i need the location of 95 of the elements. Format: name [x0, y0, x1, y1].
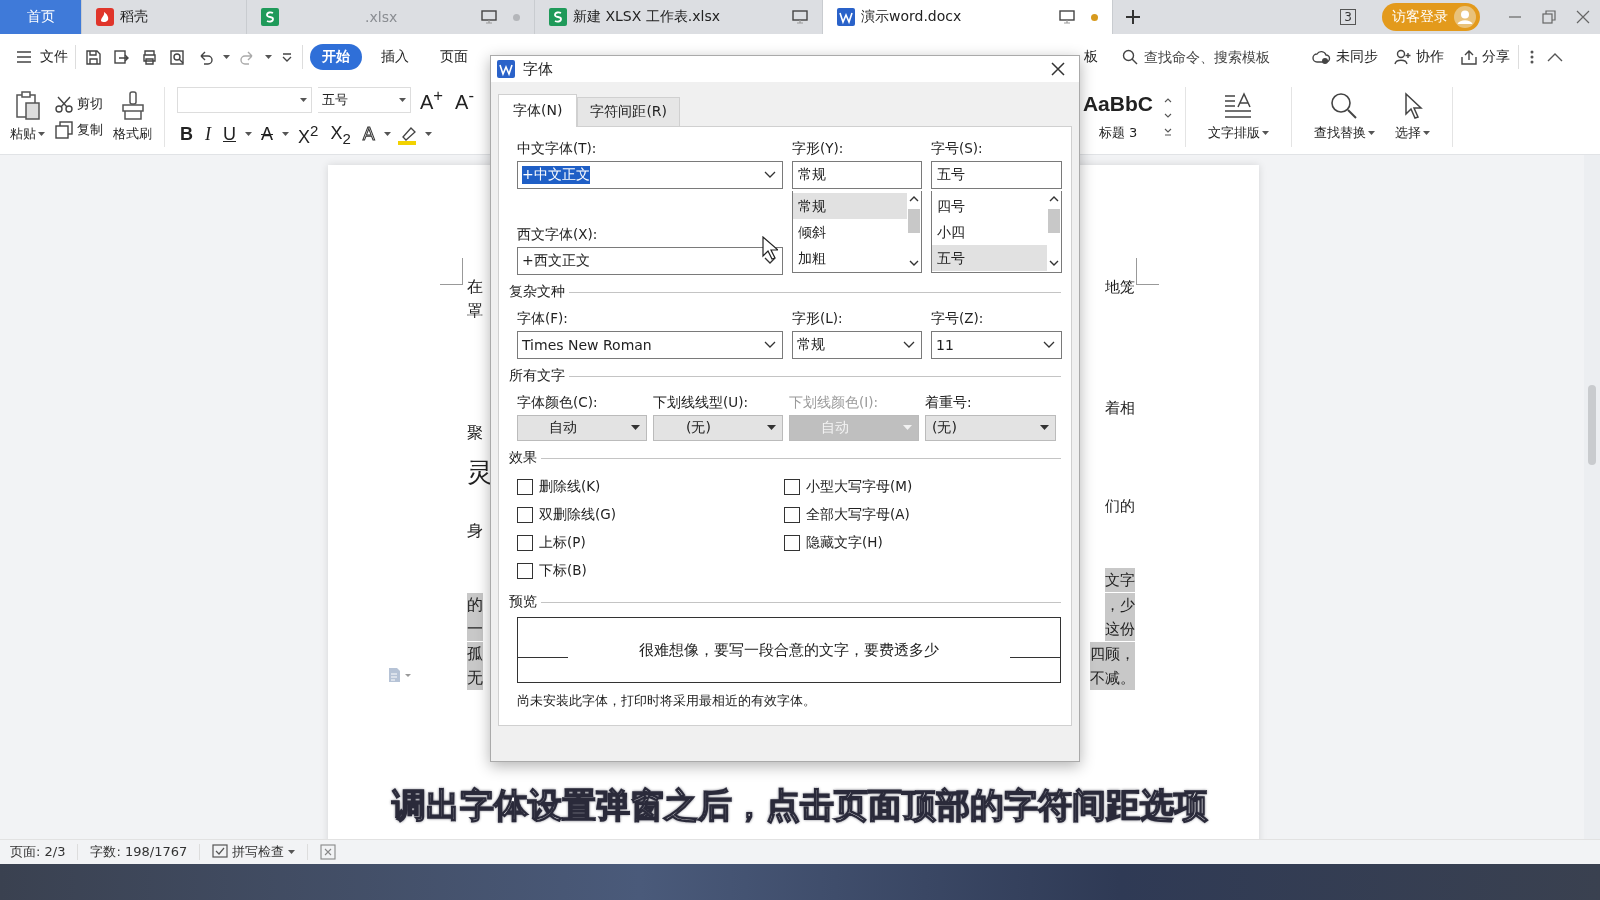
field-label: 着重号: — [925, 393, 973, 412]
format-button[interactable]: U — [220, 124, 239, 146]
ribbon-tool-button[interactable]: 选择 — [1394, 92, 1430, 142]
section-title: 复杂文种 — [509, 283, 565, 301]
document-text: 四顾， — [1089, 642, 1135, 666]
document-text: 灵 — [466, 456, 493, 489]
dropdown-field[interactable]: +中文正文 — [517, 161, 783, 189]
document-text: 身 — [466, 520, 483, 542]
field-label: 西文字体(X): — [517, 225, 599, 244]
format-button[interactable]: X$_{2}$ — [327, 123, 354, 147]
list-item[interactable]: 小四 — [932, 219, 1047, 245]
document-text: 文字 — [1104, 568, 1135, 592]
text-field[interactable]: 常规 — [792, 161, 922, 189]
grow-font-button[interactable]: A$^{+}$ — [417, 86, 447, 114]
dropdown-button[interactable]: (无) — [925, 415, 1056, 441]
word-count: 字数: 198/1767 — [90, 843, 188, 861]
dropdown-field[interactable]: 11 — [931, 331, 1062, 359]
ribbon-tab[interactable]: 插入 — [369, 44, 421, 70]
format-button[interactable]: X$^{2}$ — [295, 121, 322, 148]
dropdown-button[interactable]: 自动 — [517, 415, 647, 441]
document-text: 罩 — [466, 300, 483, 322]
field-label: 字体颜色(C): — [517, 393, 599, 412]
font-note: 尚未安装此字体，打印时将采用最相近的有效字体。 — [517, 692, 817, 710]
document-text: 孤 — [466, 642, 483, 666]
app-tab[interactable]: 首页 — [0, 0, 82, 34]
dialog-tab[interactable]: 字符间距(R) — [577, 97, 681, 126]
document-text: 一 — [466, 617, 483, 641]
field-label: 下划线线型(U): — [653, 393, 749, 412]
video-caption: 调出字体设置弹窗之后，点击页面顶部的字符间距选项 — [390, 784, 1209, 827]
section-title: 预览 — [509, 593, 537, 611]
document-text: 地笼 — [1104, 277, 1135, 298]
checkbox[interactable]: 小型大写字母(M) — [784, 473, 1044, 501]
dialog-title: 字体 — [523, 59, 553, 79]
document-text: 着相 — [1104, 398, 1135, 419]
search-field[interactable]: 查找命令、搜索模板 — [1122, 48, 1296, 66]
ribbon-tab[interactable]: 页面 — [428, 44, 480, 70]
dropdown-field[interactable]: Times New Roman — [517, 331, 783, 359]
cut-button[interactable]: 剪切 — [55, 95, 103, 113]
checkbox[interactable]: 删除线(K) — [517, 473, 784, 501]
document-text: 聚 — [466, 422, 483, 444]
format-button[interactable]: A — [258, 124, 276, 146]
checkbox[interactable]: 全部大写字母(A) — [784, 501, 1044, 529]
field-label: 字体(F): — [517, 309, 569, 328]
checkbox[interactable]: 上标(P) — [517, 529, 784, 557]
checkbox[interactable]: 双删除线(G) — [517, 501, 784, 529]
paste-button[interactable]: 粘贴 — [10, 91, 45, 143]
ribbon-tab[interactable]: 开始 — [310, 44, 362, 70]
section-title: 所有文字 — [509, 367, 565, 385]
section-title: 效果 — [509, 449, 537, 467]
app-tab[interactable]: 演示word.docx — [823, 0, 1113, 34]
toolbar-action[interactable]: 协作 — [1394, 48, 1444, 66]
document-text: ，少 — [1104, 593, 1135, 617]
ribbon-tab[interactable]: 板 — [1082, 44, 1100, 70]
document-text: 这份 — [1104, 617, 1135, 641]
page-count: 页面: 2/3 — [10, 843, 66, 861]
list-box[interactable]: 四号 小四 五号 — [931, 191, 1062, 273]
list-box[interactable]: 常规 倾斜 加粗 — [792, 191, 922, 273]
document-text: 在 — [466, 276, 483, 298]
list-item[interactable]: 五号 — [932, 245, 1047, 271]
field-label: 字号(Z): — [931, 309, 985, 328]
field-label: 中文字体(T): — [517, 139, 598, 158]
copy-button[interactable]: 复制 — [55, 121, 103, 139]
list-item[interactable]: 倾斜 — [793, 219, 907, 245]
toolbar-action[interactable]: 分享 — [1460, 48, 1510, 66]
list-item[interactable]: 常规 — [793, 193, 907, 219]
checkbox[interactable]: 隐藏文字(H) — [784, 529, 1044, 557]
field-label: 字号(S): — [931, 139, 984, 158]
dialog-tab[interactable]: 字体(N) — [498, 94, 578, 127]
document-text: 的 — [466, 593, 483, 617]
format-button[interactable]: I — [202, 124, 214, 146]
format-button[interactable]: B — [177, 124, 196, 146]
style-preset[interactable]: AaBbC 标题 3 — [1076, 92, 1159, 142]
spell-check-button[interactable]: 拼写检查 — [212, 843, 296, 861]
format-button[interactable]: A — [359, 124, 378, 146]
format-painter-button[interactable]: 格式刷 — [113, 91, 152, 143]
field-label: 字形(Y): — [792, 139, 845, 158]
document-text: 无 — [466, 666, 483, 690]
window-count-badge[interactable]: 3 — [1340, 9, 1356, 25]
toolbar-action[interactable]: 未同步 — [1312, 48, 1378, 66]
dropdown-button[interactable]: (无) — [653, 415, 783, 441]
file-menu[interactable]: 文件 — [16, 48, 68, 66]
shrink-font-button[interactable]: A$^{-}$ — [452, 86, 477, 114]
ribbon-tool-button[interactable]: 查找替换 — [1313, 92, 1375, 142]
text-field[interactable]: 五号 — [931, 161, 1062, 189]
field-label: 下划线颜色(I): — [789, 393, 880, 412]
field-label: 字形(L): — [792, 309, 844, 328]
checkbox[interactable]: 下标(B) — [517, 557, 784, 585]
ribbon-tool-button[interactable]: 文字排版 — [1207, 92, 1269, 142]
document-text: 不减。 — [1089, 666, 1135, 690]
font-size-field[interactable]: 五号 — [318, 87, 411, 113]
preview-text: 很难想像，要写一段合意的文字，要费透多少 — [638, 640, 940, 660]
list-item[interactable]: 四号 — [932, 193, 1047, 219]
document-text: 们的 — [1104, 496, 1135, 517]
list-item[interactable]: 加粗 — [793, 245, 907, 271]
dropdown-field[interactable]: 常规 — [792, 331, 922, 359]
